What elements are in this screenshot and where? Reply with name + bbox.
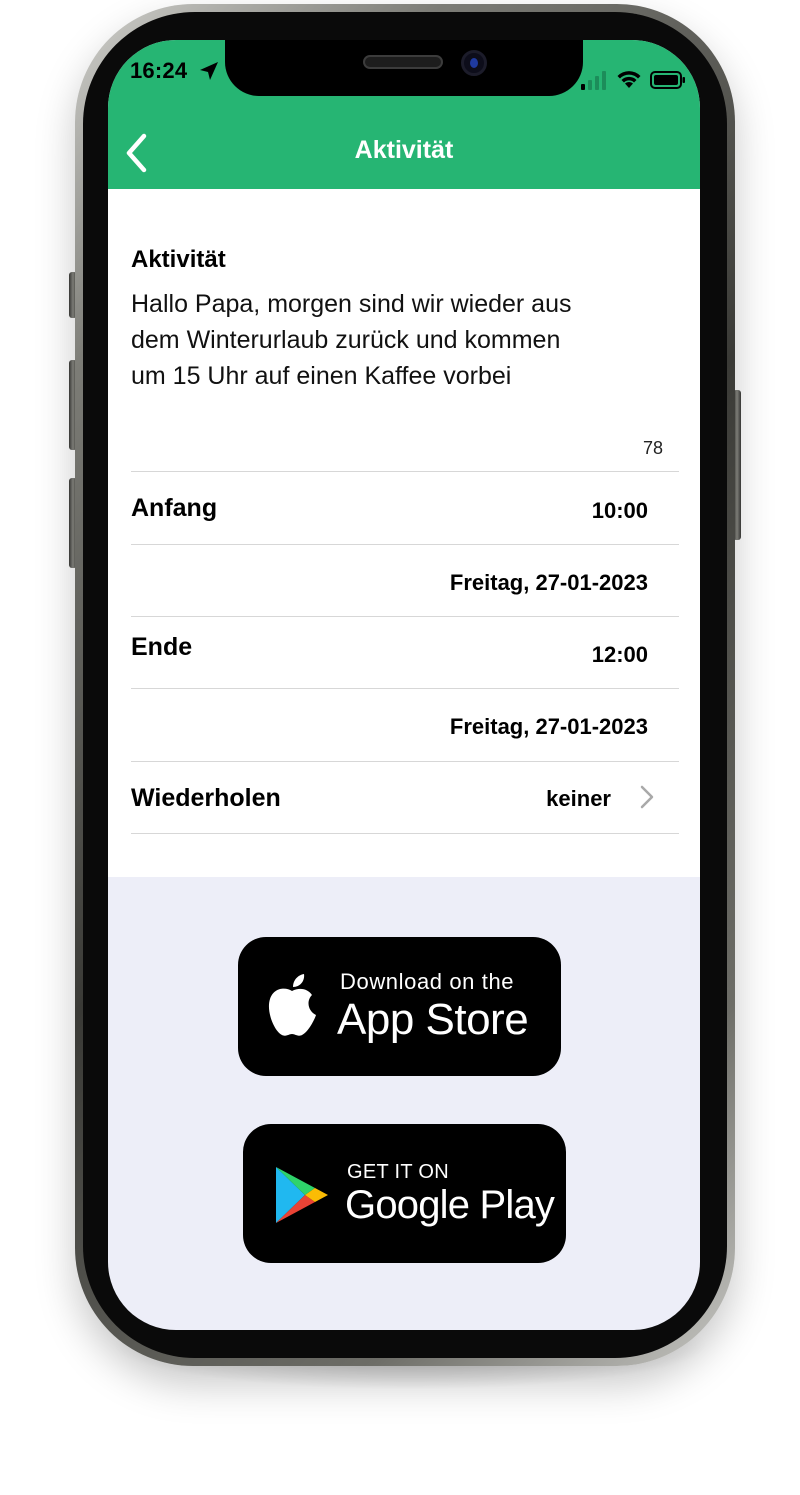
- google-play-badge[interactable]: GET IT ON Google Play: [243, 1124, 566, 1263]
- activity-detail-card: Aktivität Hallo Papa, morgen sind wir wi…: [108, 189, 700, 877]
- earpiece-speaker: [363, 55, 443, 69]
- end-date-value[interactable]: Freitag, 27-01-2023: [450, 714, 648, 740]
- app-store-small-text: Download on the: [340, 969, 515, 994]
- cellular-signal-icon: [581, 71, 606, 90]
- divider: [131, 616, 679, 617]
- page-title: Aktivität: [354, 136, 454, 164]
- location-arrow-icon: [200, 62, 218, 80]
- phone-screen: 16:24 Aktivität Aktivität Hallo Papa, mo…: [108, 40, 700, 1330]
- google-play-logo-icon: [276, 1167, 328, 1223]
- app-store-large-text: App Store: [337, 995, 529, 1044]
- divider: [131, 688, 679, 689]
- apple-logo-icon: [268, 974, 316, 1036]
- character-counter: 78: [642, 438, 663, 458]
- end-label: Ende: [131, 633, 193, 661]
- battery-icon: [650, 71, 685, 89]
- google-play-small-text: GET IT ON: [347, 1161, 449, 1183]
- end-time-value[interactable]: 12:00: [592, 642, 648, 668]
- description-line: dem Winterurlaub zurück und kommen: [131, 326, 561, 354]
- notch: [225, 40, 583, 96]
- app-store-badge[interactable]: Download on the App Store: [238, 937, 561, 1076]
- activity-description[interactable]: Hallo Papa, morgen sind wir wieder aus d…: [131, 286, 651, 394]
- chevron-right-icon[interactable]: [638, 783, 656, 811]
- divider: [131, 761, 679, 762]
- divider: [131, 471, 679, 472]
- divider: [131, 833, 679, 834]
- description-line: Hallo Papa, morgen sind wir wieder aus: [131, 290, 572, 318]
- repeat-value[interactable]: keiner: [546, 786, 611, 812]
- status-time: 16:24: [130, 58, 188, 83]
- divider: [131, 544, 679, 545]
- google-play-large-text: Google Play: [345, 1183, 555, 1227]
- front-camera: [461, 50, 487, 76]
- start-label: Anfang: [131, 494, 218, 522]
- start-time-value[interactable]: 10:00: [592, 498, 648, 524]
- repeat-label: Wiederholen: [131, 784, 281, 812]
- start-date-value[interactable]: Freitag, 27-01-2023: [450, 570, 648, 596]
- wifi-icon: [617, 71, 641, 88]
- description-line: um 15 Uhr auf einen Kaffee vorbei: [131, 362, 512, 390]
- activity-label: Aktivität: [131, 246, 226, 273]
